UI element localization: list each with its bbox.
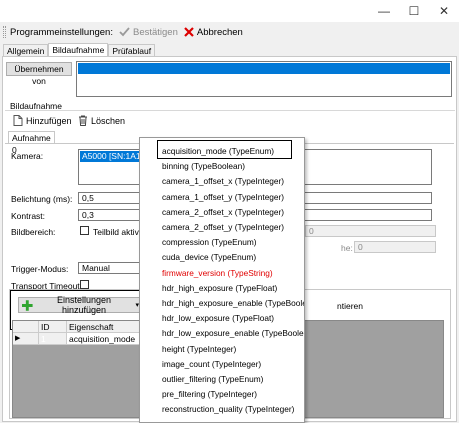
popup-item-pre-filtering[interactable]: pre_filtering (TypeInteger) [162, 389, 257, 399]
grid-header-id[interactable]: ID [39, 321, 67, 333]
popup-item-binning[interactable]: binning (TypeBoolean) [162, 161, 245, 171]
red-x-icon [184, 27, 194, 37]
kamera-label: Kamera: [11, 151, 44, 161]
popup-item-camera-1-offset-x[interactable]: camera_1_offset_x (TypeInteger) [162, 176, 284, 186]
bildbereich-spin-1-value: 0 [309, 226, 314, 236]
settings-right-button-fragment[interactable]: ntieren [337, 301, 363, 311]
toolbar-grip[interactable] [3, 26, 6, 38]
delete-capture-label: Löschen [91, 115, 126, 126]
trigger-label: Trigger-Modus: [11, 264, 69, 274]
delete-capture-button[interactable]: Löschen [78, 115, 125, 126]
toolbar-title: Programmeinstellungen: [10, 26, 113, 38]
source-list-selected-row[interactable] [78, 63, 450, 74]
popup-item-camera-2-offset-y[interactable]: camera_2_offset_y (TypeInteger) [162, 222, 284, 232]
transport-timeout-checkbox[interactable] [80, 280, 89, 289]
source-list[interactable] [76, 61, 452, 97]
grid-cell-id[interactable]: 1 [39, 333, 67, 345]
add-capture-label: Hinzufügen [26, 115, 72, 126]
confirm-label: Bestätigen [132, 26, 178, 38]
settings-dropdown-menu[interactable]: acquisition_mode (TypeEnum) binning (Type… [139, 137, 305, 423]
popup-item-camera-2-offset-x[interactable]: camera_2_offset_x (TypeInteger) [162, 207, 284, 217]
group-divider [5, 110, 455, 111]
kamera-selected-item[interactable]: A5000 [SN:1A19 [80, 151, 146, 162]
trash-icon [79, 115, 87, 126]
popup-item-hdr-high-exposure[interactable]: hdr_high_exposure (TypeFloat) [162, 283, 277, 293]
popup-item-cuda-device[interactable]: cuda_device (TypeEnum) [162, 252, 256, 262]
popup-item-reconstruction-quality[interactable]: reconstruction_quality (TypeInteger) [162, 404, 294, 414]
cancel-label: Abbrechen [196, 26, 243, 38]
add-capture-button[interactable]: Hinzufügen [13, 115, 72, 126]
bildbereich-spin-1[interactable]: 0 [305, 225, 436, 237]
add-settings-button[interactable]: Einstellungen hinzufügen ▾ [18, 295, 140, 315]
kontrast-label: Kontrast: [11, 211, 46, 221]
popup-item-hdr-low-exposure-enable[interactable]: hdr_low_exposure_enable (TypeBoolean) [162, 328, 304, 338]
popup-item-height[interactable]: height (TypeInteger) [162, 344, 236, 354]
title-bar: — ☐ ✕ [0, 0, 459, 22]
tab-bildaufnahme[interactable]: Bildaufnahme [48, 43, 109, 57]
close-window-button[interactable]: ✕ [429, 3, 459, 19]
settings-toolbar: Programmeinstellungen: Bestätigen Abbrec… [0, 22, 459, 42]
belichtung-label: Belichtung (ms): [11, 194, 73, 204]
grid-header-corner [13, 321, 39, 333]
teilbild-label: Teilbild aktivie [93, 227, 146, 237]
popup-item-outlier-filtering[interactable]: outlier_filtering (TypeEnum) [162, 374, 263, 384]
minimize-button[interactable]: — [369, 3, 399, 19]
popup-item-hdr-high-exposure-enable[interactable]: hdr_high_exposure_enable (TypeBoolean) [162, 298, 304, 308]
teilbild-checkbox[interactable] [80, 226, 89, 235]
confirm-button[interactable]: Bestätigen [119, 27, 178, 38]
main-tabs: Allgemein Bildaufnahme Prüfablauf [3, 43, 156, 57]
bildbereich-spin-2[interactable]: 0 [354, 241, 436, 253]
bildbereich-spin-2-value: 0 [358, 242, 363, 252]
popup-item-firmware-version[interactable]: firmware_version (TypeString) [162, 268, 273, 278]
cancel-button[interactable]: Abbrechen [184, 27, 243, 38]
popup-item-score-threshold[interactable]: score_threshold (TypeFloat) [162, 420, 265, 422]
apply-from-button[interactable]: Übernehmen von [6, 62, 72, 86]
checkmark-icon [119, 27, 130, 37]
popup-item-acquisition-mode[interactable]: acquisition_mode (TypeEnum) [162, 146, 274, 156]
add-settings-label: Einstellungen hinzufügen [57, 295, 112, 315]
trigger-select[interactable]: Manual [78, 262, 140, 274]
bildbereich-spin-2-label: he: [341, 243, 353, 253]
new-document-icon [13, 115, 23, 126]
popup-item-camera-1-offset-y[interactable]: camera_1_offset_y (TypeInteger) [162, 192, 284, 202]
popup-item-image-count[interactable]: image_count (TypeInteger) [162, 359, 261, 369]
maximize-button[interactable]: ☐ [399, 3, 429, 19]
popup-item-compression[interactable]: compression (TypeEnum) [162, 237, 257, 247]
green-plus-icon [22, 299, 33, 311]
popup-item-hdr-low-exposure[interactable]: hdr_low_exposure (TypeFloat) [162, 313, 274, 323]
bildbereich-label: Bildbereich: [11, 227, 56, 237]
row-indicator-icon[interactable]: ▶ [13, 333, 39, 345]
